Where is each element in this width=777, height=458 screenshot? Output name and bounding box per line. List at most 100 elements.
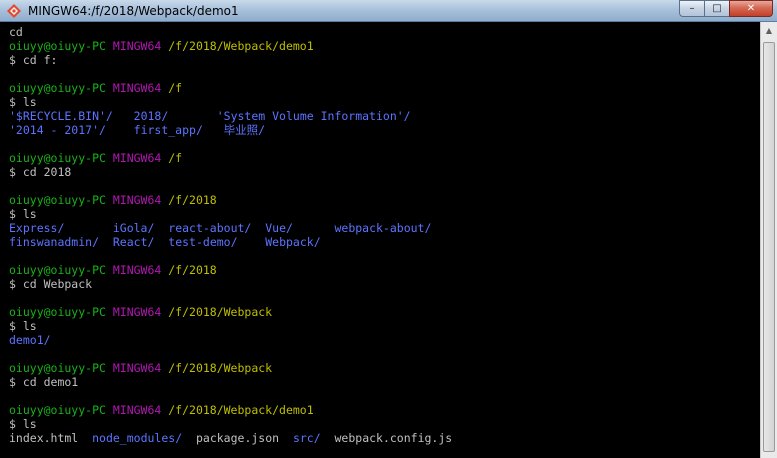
terminal-text-segment: $ ls xyxy=(9,95,37,109)
terminal-text-segment: MINGW64 xyxy=(112,39,169,53)
terminal-text-segment: $ ls xyxy=(9,417,37,431)
terminal-text-segment: index.html xyxy=(9,431,79,445)
terminal-line: $ ls xyxy=(9,319,760,333)
window-controls: – □ ✕ xyxy=(679,0,773,18)
terminal-line: $ cd f: xyxy=(9,53,760,67)
terminal-text-segment: 'System Volume Information'/ xyxy=(216,109,411,123)
chevron-up-icon: ▲ xyxy=(765,25,773,35)
git-bash-icon[interactable] xyxy=(6,3,22,19)
terminal-line: $ ls xyxy=(9,417,760,431)
terminal-text-segment: $ cd demo1 xyxy=(9,375,79,389)
minimize-button[interactable]: – xyxy=(679,0,705,17)
vertical-scrollbar[interactable]: ▲ xyxy=(760,22,777,458)
terminal-text-segment: React/ xyxy=(112,235,155,249)
terminal-text-segment: webpack-about/ xyxy=(334,221,432,235)
terminal-text-segment: src/ xyxy=(292,431,321,445)
terminal-line: oiuyy@oiuyy-PC MINGW64 /f xyxy=(9,81,760,95)
terminal-text-segment: webpack.config.js xyxy=(334,431,453,445)
terminal-line: '$RECYCLE.BIN'/ 2018/ 'System Volume Inf… xyxy=(9,109,760,123)
scroll-thumb[interactable] xyxy=(763,42,775,452)
terminal-line: Express/ iGola/ react-about/ Vue/ webpac… xyxy=(9,221,760,235)
terminal-text-segment: '$RECYCLE.BIN'/ xyxy=(9,109,113,123)
terminal-text-segment: oiuyy@oiuyy-PC xyxy=(9,151,113,165)
terminal-text-segment: demo1/ xyxy=(9,333,51,347)
terminal-text-segment: $ cd 2018 xyxy=(9,165,72,179)
terminal-line: $ cd demo1 xyxy=(9,375,760,389)
terminal-text-segment: 毕业照/ xyxy=(223,123,266,137)
terminal-text-segment: /f/2018/Webpack xyxy=(168,305,273,319)
terminal-text-segment: first_app/ xyxy=(133,123,203,137)
terminal-line: $ cd 2018 xyxy=(9,165,760,179)
terminal-line: oiuyy@oiuyy-PC MINGW64 /f/2018 xyxy=(9,263,760,277)
terminal-text-segment: /f/2018 xyxy=(168,193,217,207)
terminal-text-segment: oiuyy@oiuyy-PC xyxy=(9,305,113,319)
terminal-line: finswanadmin/ React/ test-demo/ Webpack/ xyxy=(9,235,760,249)
terminal-text-segment: $ cd Webpack xyxy=(9,277,93,291)
terminal-text-segment: Webpack/ xyxy=(265,235,321,249)
terminal-line: $ ls xyxy=(9,95,760,109)
terminal-text-segment: iGola/ xyxy=(112,221,155,235)
terminal-text-segment: /f xyxy=(168,151,183,165)
terminal-text-segment: $ cd f: xyxy=(9,53,58,67)
terminal-line: $ ls xyxy=(9,207,760,221)
terminal-text-segment: cd xyxy=(9,25,23,39)
close-button[interactable]: ✕ xyxy=(729,0,773,17)
terminal-text-segment: node_modules/ xyxy=(92,431,183,445)
terminal-text-segment: oiuyy@oiuyy-PC xyxy=(9,39,113,53)
maximize-button[interactable]: □ xyxy=(704,0,730,17)
terminal-text-segment: 2018/ xyxy=(133,109,169,123)
scroll-up-button[interactable]: ▲ xyxy=(761,22,777,38)
close-icon: ✕ xyxy=(746,3,756,14)
terminal-text-segment: MINGW64 xyxy=(112,263,169,277)
terminal-text-segment: MINGW64 xyxy=(112,305,169,319)
terminal-text-segment: $ ls xyxy=(9,319,37,333)
terminal-text-segment: MINGW64 xyxy=(112,403,169,417)
terminal-text-segment: oiuyy@oiuyy-PC xyxy=(9,361,113,375)
terminal-line: index.html node_modules/ package.json sr… xyxy=(9,431,760,445)
terminal-text-segment: MINGW64 xyxy=(112,193,169,207)
terminal-text-segment: oiuyy@oiuyy-PC xyxy=(9,81,113,95)
minimize-icon: – xyxy=(689,3,695,14)
terminal-text-segment: /f/2018/Webpack xyxy=(168,361,273,375)
terminal-text-segment: Vue/ xyxy=(265,221,293,235)
terminal-text-segment: package.json xyxy=(195,431,280,445)
terminal-text-segment: oiuyy@oiuyy-PC xyxy=(9,403,113,417)
window-title: MINGW64:/f/2018/Webpack/demo1 xyxy=(28,4,239,18)
terminal-text-segment: finswanadmin/ xyxy=(9,235,100,249)
title-bar[interactable]: MINGW64:/f/2018/Webpack/demo1 – □ ✕ xyxy=(0,0,777,22)
terminal-line: '2014 - 2017'/ first_app/ 毕业照/ xyxy=(9,123,760,137)
terminal-text-segment: /f xyxy=(168,81,183,95)
terminal-line: oiuyy@oiuyy-PC MINGW64 /f/2018/Webpack/d… xyxy=(9,39,760,53)
terminal-line: oiuyy@oiuyy-PC MINGW64 /f/2018/Webpack xyxy=(9,361,760,375)
maximize-icon: □ xyxy=(712,3,722,14)
terminal-line: $ cd Webpack xyxy=(9,277,760,291)
terminal-text-segment: /f/2018/Webpack/demo1 xyxy=(168,39,314,53)
terminal-output[interactable]: cd oiuyy@oiuyy-PC MINGW64 /f/2018/Webpack… xyxy=(0,22,760,458)
terminal-text-segment: MINGW64 xyxy=(112,151,169,165)
terminal-text-segment: test-demo/ xyxy=(168,235,238,249)
terminal-text-segment: Express/ xyxy=(9,221,65,235)
terminal-text-segment: $ ls xyxy=(9,207,37,221)
terminal-line: oiuyy@oiuyy-PC MINGW64 /f/2018/Webpack/d… xyxy=(9,403,760,417)
terminal-text-segment: /f/2018 xyxy=(168,263,217,277)
terminal-text-segment: /f/2018/Webpack/demo1 xyxy=(168,403,314,417)
